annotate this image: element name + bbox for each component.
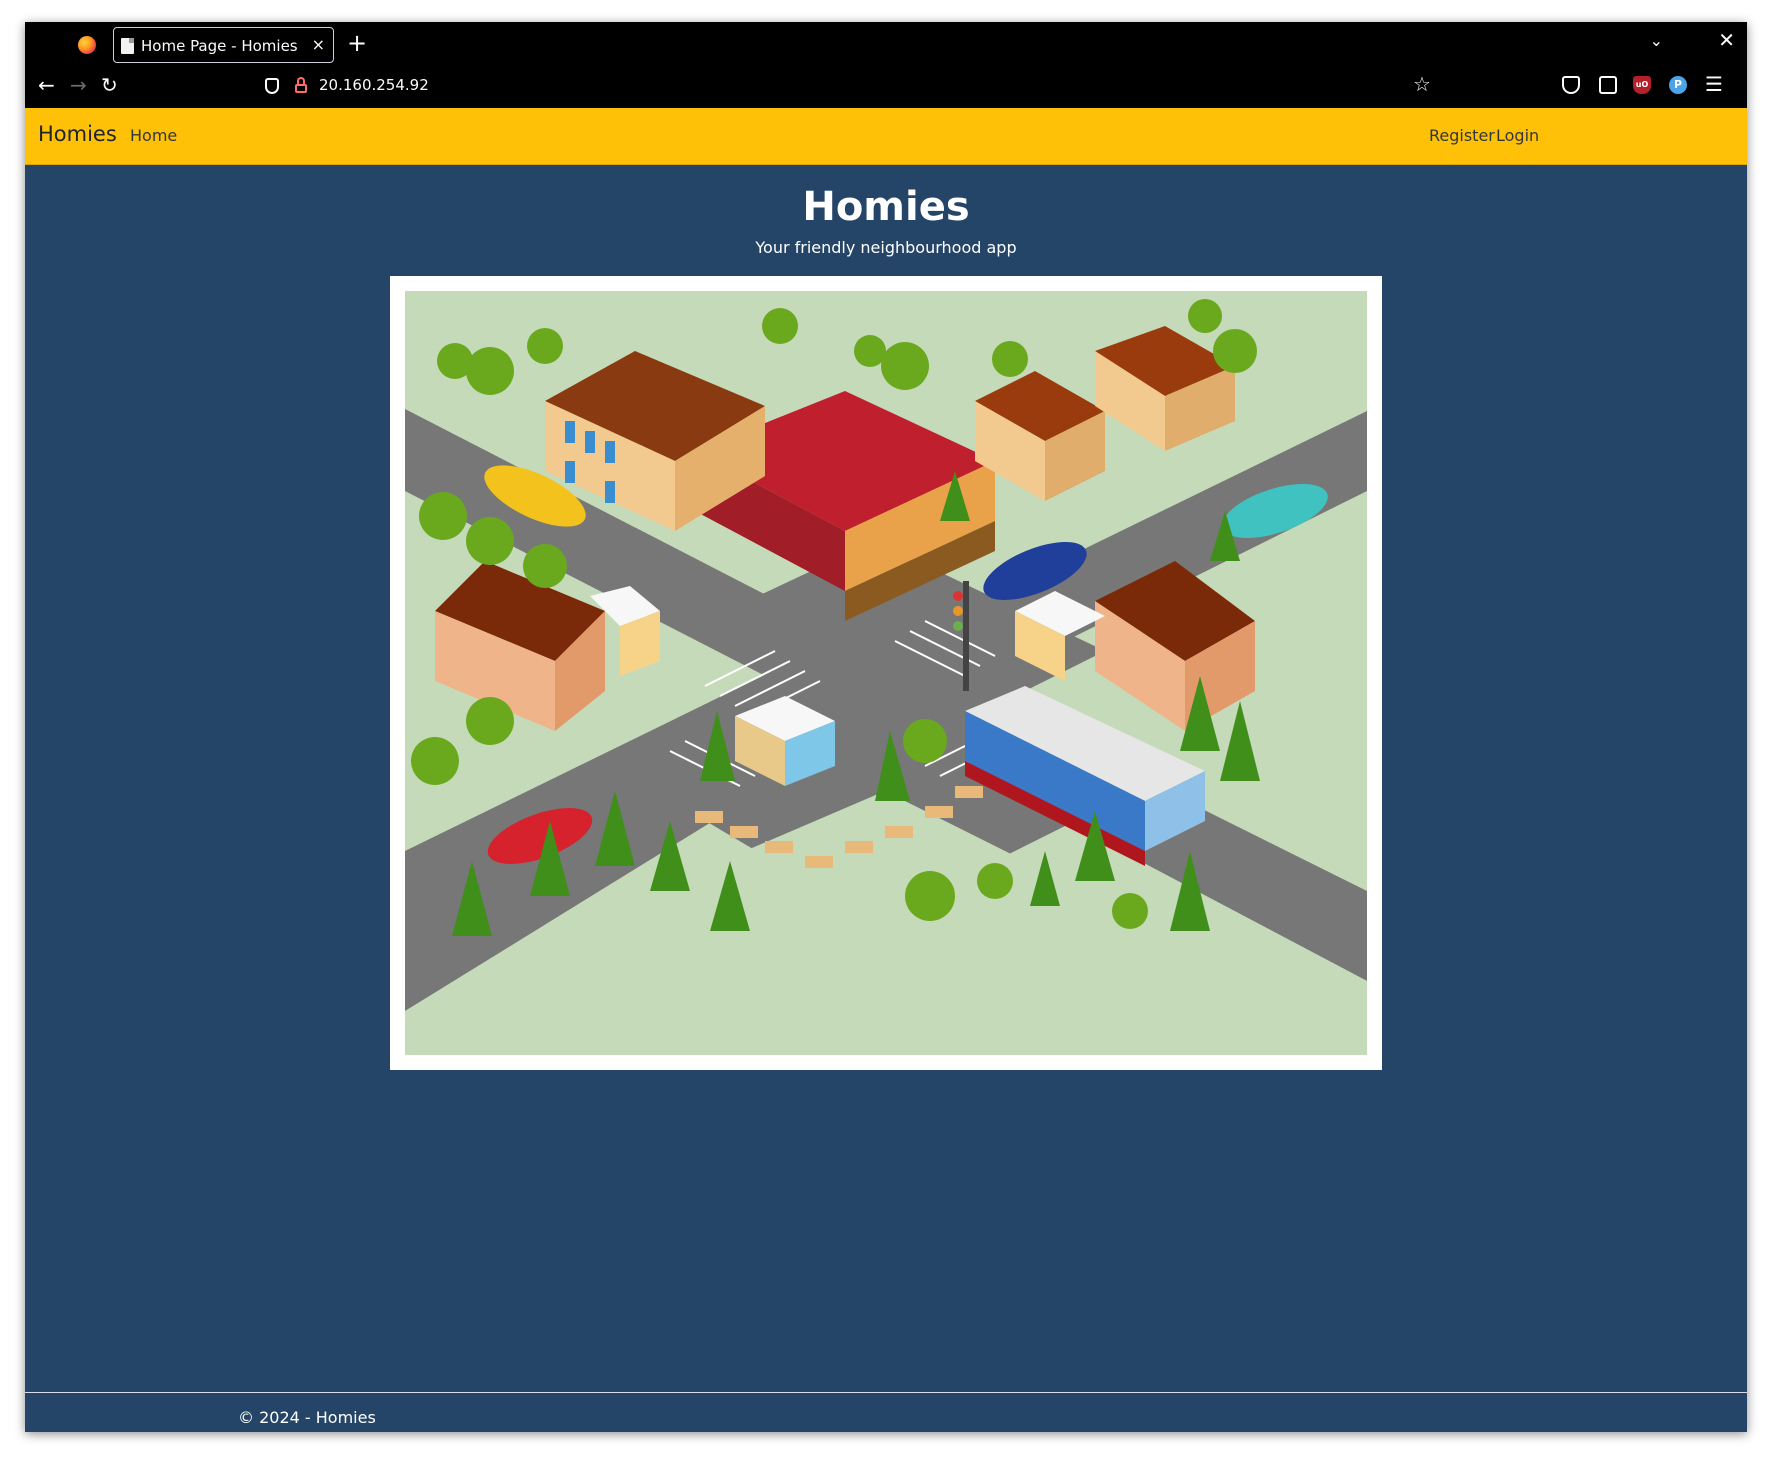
browser-tab-active[interactable]: Home Page - Homies × — [113, 27, 334, 63]
new-tab-button[interactable]: + — [347, 28, 367, 58]
footer-divider — [25, 1392, 1747, 1393]
bookmark-star-icon[interactable]: ☆ — [1413, 72, 1431, 96]
page-subtitle: Your friendly neighbourhood app — [755, 238, 1017, 257]
browser-toolbar: ← → ↻ 20.160.254.92 ☆ uO P ☰ — [25, 64, 1747, 108]
tab-list-chevron-icon[interactable]: ⌄ — [1650, 31, 1663, 50]
navbar-brand[interactable]: Homies — [38, 122, 117, 146]
url-bar[interactable]: 20.160.254.92 — [319, 76, 429, 94]
proton-icon[interactable]: P — [1669, 76, 1687, 94]
nav-link-home[interactable]: Home — [130, 126, 177, 145]
ublock-icon[interactable]: uO — [1633, 76, 1651, 94]
back-arrow-icon[interactable]: ← — [38, 73, 55, 97]
site-navbar: Homies Home Register Login — [25, 108, 1747, 165]
reload-icon[interactable]: ↻ — [101, 73, 118, 97]
window-close-icon[interactable]: ✕ — [1718, 28, 1735, 52]
tab-strip: Home Page - Homies × + ⌄ ✕ — [25, 22, 1747, 64]
neighbourhood-illustration — [405, 291, 1367, 1055]
browser-window: Home Page - Homies × + ⌄ ✕ ← → ↻ 20.160.… — [25, 22, 1747, 1432]
footer-copyright: © 2024 - Homies — [238, 1408, 376, 1427]
site-content: Homies Home Register Login Homies Your f… — [25, 108, 1747, 1432]
shield-icon[interactable] — [265, 78, 279, 94]
forward-arrow-icon[interactable]: → — [70, 73, 87, 97]
firefox-logo-icon[interactable] — [78, 36, 96, 54]
nav-link-login[interactable]: Login — [1496, 126, 1539, 145]
tab-close-icon[interactable]: × — [312, 35, 325, 55]
hamburger-menu-icon[interactable]: ☰ — [1705, 72, 1723, 96]
tab-title: Home Page - Homies — [141, 37, 298, 55]
page-icon — [121, 38, 134, 54]
hero-image-frame — [390, 276, 1382, 1070]
pocket-icon[interactable] — [1562, 76, 1580, 94]
page-title: Homies — [802, 184, 970, 230]
extensions-icon[interactable] — [1599, 76, 1617, 94]
nav-link-register[interactable]: Register — [1429, 126, 1495, 145]
lock-insecure-icon[interactable] — [295, 77, 307, 93]
